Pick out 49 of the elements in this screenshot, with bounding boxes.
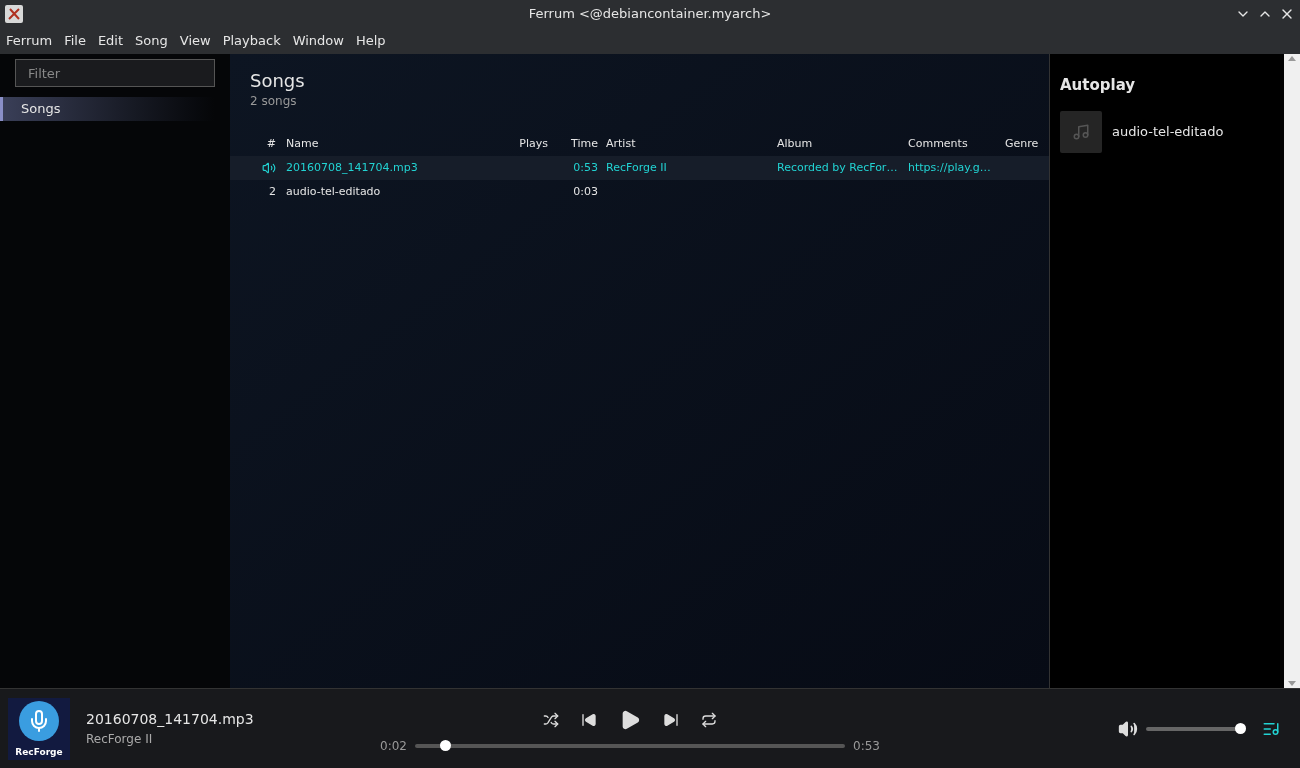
menu-item[interactable]: Ferrum [6,31,53,51]
column-header[interactable]: Plays [512,135,556,153]
menu-item[interactable]: File [64,31,86,51]
column-header[interactable]: # [250,135,286,153]
autoplay-title: Autoplay [1060,75,1137,96]
column-header[interactable]: Time [556,135,606,153]
volume-track[interactable] [1146,726,1246,731]
song-comments: https://play.g… [908,160,991,174]
previous-icon[interactable] [581,711,597,728]
progress-thumb[interactable] [440,739,452,751]
column-header[interactable]: Name [286,135,512,153]
song-album: Recorded by RecFor… [777,160,898,174]
song-name: audio-tel-editado [286,183,382,200]
track-number: 2 [269,183,276,200]
song-time: 0:53 [572,159,599,176]
column-header[interactable]: Album [777,135,908,153]
menu-item[interactable]: Song [135,31,168,51]
menu-item[interactable]: Help [355,31,386,51]
speaker-icon [262,161,276,175]
progress-track[interactable] [414,743,846,748]
filter-field[interactable]: Filter [15,59,215,87]
menu-item[interactable]: Playback [222,31,281,51]
app-logo-icon [5,5,23,23]
window-title: Ferrum <@debiancontainer.myarch> [528,5,772,24]
page-title: Songs [250,70,306,92]
shuffle-icon[interactable] [543,711,559,728]
elapsed-time: 0:02 [380,737,407,755]
song-artist: RecForge II [606,160,667,174]
autoplay-song[interactable]: audio-tel-editado [1112,121,1224,142]
menu-item[interactable]: Window [292,31,344,51]
column-header[interactable]: Artist [606,135,777,153]
menu-item[interactable]: Edit [97,31,124,51]
column-header[interactable]: Genre [1005,135,1043,153]
volume-thumb[interactable] [1235,722,1246,734]
duration-time: 0:53 [853,737,880,755]
song-row[interactable]: 2 audio-tel-editado 0:03 [230,180,1049,204]
volume-icon[interactable] [1118,718,1138,739]
song-count: 2 songs [250,93,298,110]
song-name: 20160708_141704.mp3 [286,159,419,176]
menu-item[interactable]: View [179,31,211,51]
music-note-icon [1072,122,1090,141]
song-time: 0:03 [572,183,599,200]
cover-text: RecForge [15,746,63,757]
next-icon[interactable] [663,711,679,728]
microphone-icon [19,700,59,741]
column-header[interactable]: Comments [908,135,1005,153]
repeat-icon[interactable] [701,711,717,728]
song-row[interactable]: 20160708_141704.mp3 0:53 RecForge II Recorded by RecFor… https://play.g… [230,156,1049,180]
now-playing-title: 20160708_141704.mp3 [86,710,255,729]
